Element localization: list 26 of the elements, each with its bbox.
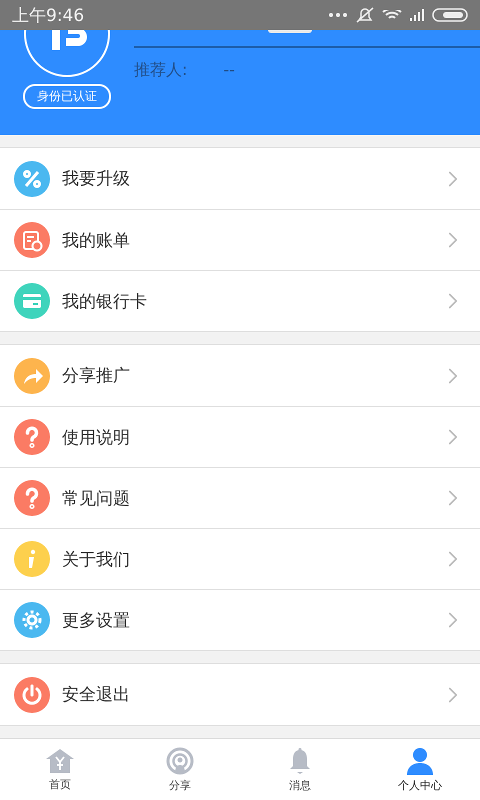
status-time: 上午9:46 xyxy=(12,4,84,26)
verified-badge: 身份已认证 xyxy=(23,84,111,109)
muted-bell-icon xyxy=(356,7,374,23)
menu-item[interactable]: 安全退出 xyxy=(0,664,480,725)
broadcast-icon xyxy=(166,746,194,774)
more-icon xyxy=(328,12,348,18)
tab[interactable]: 分享 xyxy=(120,739,240,800)
menu-item[interactable]: 关于我们 xyxy=(0,528,480,589)
tab[interactable]: 个人中心 xyxy=(360,739,480,800)
menu-item[interactable]: 我的账单 xyxy=(0,209,480,270)
home-icon xyxy=(45,748,75,774)
tab[interactable]: 首页 xyxy=(0,739,120,800)
referrer-value: -- xyxy=(223,60,235,81)
menu-item[interactable]: 使用说明 xyxy=(0,406,480,467)
wifi-icon xyxy=(382,10,402,20)
signal-icon xyxy=(410,9,424,21)
menu-item[interactable]: 我的银行卡 xyxy=(0,270,480,331)
menu-item[interactable]: 更多设置 xyxy=(0,589,480,650)
menu-item[interactable]: 常见问题 xyxy=(0,467,480,528)
menu-item[interactable]: 我要升级 xyxy=(0,148,480,209)
battery-icon xyxy=(432,8,468,22)
person-icon xyxy=(406,746,434,774)
menu-item[interactable]: 分享推广 xyxy=(0,345,480,406)
bell-icon xyxy=(289,746,311,774)
tab[interactable]: 消息 xyxy=(240,739,360,800)
referrer-label: 推荐人: xyxy=(134,60,188,81)
